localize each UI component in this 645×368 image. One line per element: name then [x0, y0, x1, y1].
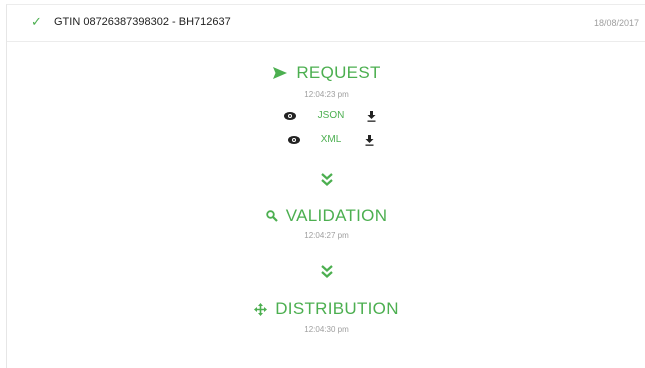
xml-link[interactable]: XML — [301, 133, 361, 147]
step-label: VALIDATION — [285, 206, 388, 225]
download-icon[interactable] — [364, 109, 378, 123]
transaction-card: ✓ GTIN 08726387398302 - BH712637 18/08/2… — [6, 4, 645, 368]
step-title: REQUEST — [272, 63, 380, 83]
step-time: 12:04:27 pm — [304, 231, 349, 240]
search-icon — [266, 210, 278, 222]
step-label: DISTRIBUTION — [275, 299, 399, 318]
check-icon: ✓ — [31, 14, 42, 29]
chevron-double-down-icon — [320, 265, 333, 278]
transaction-date: 18/08/2017 — [593, 18, 639, 28]
step-validation: VALIDATION 12:04:27 pm — [7, 206, 645, 240]
step-title: VALIDATION — [266, 206, 388, 226]
step-title: DISTRIBUTION — [254, 299, 399, 319]
payload-row-json: JSON — [7, 109, 645, 125]
json-link[interactable]: JSON — [301, 109, 361, 123]
move-arrows-icon — [254, 302, 268, 316]
send-icon — [273, 67, 288, 79]
view-icon[interactable] — [283, 109, 297, 123]
transaction-title: GTIN 08726387398302 - BH712637 — [54, 16, 231, 28]
chevron-double-down-icon — [320, 173, 333, 186]
step-label: REQUEST — [296, 63, 381, 82]
step-distribution: DISTRIBUTION 12:04:30 pm — [7, 299, 645, 334]
download-icon[interactable] — [362, 133, 376, 147]
step-time: 12:04:30 pm — [304, 324, 349, 334]
payload-row-xml: XML — [7, 133, 645, 149]
step-time: 12:04:23 pm — [304, 90, 349, 99]
step-request: REQUEST 12:04:23 pm — [7, 63, 645, 99]
view-icon[interactable] — [287, 133, 301, 147]
transaction-header[interactable]: ✓ GTIN 08726387398302 - BH712637 18/08/2… — [7, 5, 645, 42]
